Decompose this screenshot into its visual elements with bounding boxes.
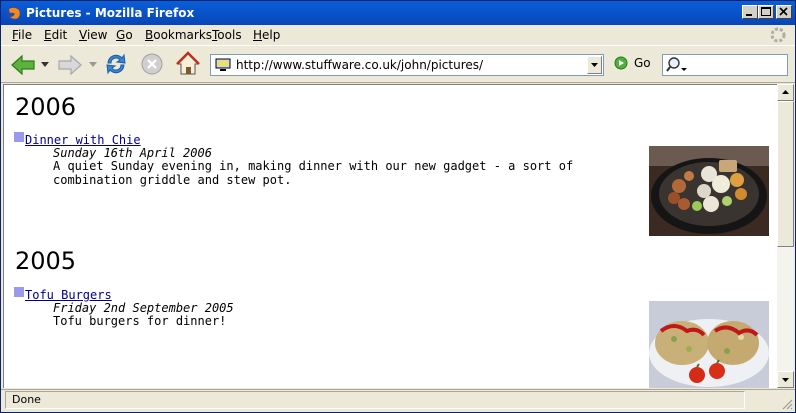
menu-file[interactable]: File — [12, 28, 32, 42]
address-bar[interactable]: http://www.stuffware.co.uk/john/pictures… — [210, 54, 604, 76]
entry-description: A quiet Sunday evening in, making dinner… — [53, 159, 574, 187]
browser-window: Pictures - Mozilla Firefox File Edit Vie… — [0, 0, 796, 413]
menu-help-accel: H — [253, 28, 263, 42]
status-text: Done — [5, 391, 745, 409]
go-label: Go — [634, 56, 651, 70]
reload-icon[interactable] — [103, 51, 129, 77]
forward-dropdown-icon[interactable] — [89, 62, 97, 68]
entry-description: Tofu burgers for dinner! — [53, 314, 227, 328]
maximize-button[interactable] — [758, 5, 774, 19]
status-bar: Done — [1, 389, 795, 412]
close-button[interactable] — [776, 5, 792, 19]
menu-go-accel: G — [116, 28, 126, 42]
navigation-toolbar: http://www.stuffware.co.uk/john/pictures… — [1, 45, 795, 83]
page-content: 2006 Dinner with Chie Sunday 16th April … — [3, 84, 777, 388]
menu-view-label: iew — [86, 28, 108, 42]
menu-go-label: o — [125, 28, 133, 42]
vertical-scrollbar[interactable] — [777, 84, 794, 388]
stop-icon[interactable] — [140, 52, 164, 76]
entry-date: Sunday 16th April 2006 — [53, 146, 212, 160]
entry-link-dinner-with-chie[interactable]: Dinner with Chie — [25, 133, 141, 147]
menu-bookmarks-accel: B — [145, 28, 154, 42]
bullet-square-icon — [14, 132, 24, 142]
back-arrow-icon[interactable] — [9, 52, 37, 78]
bullet-square-icon — [14, 287, 24, 297]
menu-edit-accel: E — [44, 28, 52, 42]
url-history-dropdown-button[interactable] — [587, 56, 602, 74]
menu-tools-label: ools — [217, 28, 242, 42]
year-heading: 2005 — [15, 247, 77, 275]
menu-bookmarks-label: ookmarks — [153, 28, 213, 42]
year-heading: 2006 — [15, 93, 77, 121]
menu-edit[interactable]: Edit — [44, 28, 67, 42]
entry-link-tofu-burgers[interactable]: Tofu Burgers — [25, 288, 112, 302]
menu-view-accel: V — [79, 28, 87, 42]
window-title: Pictures - Mozilla Firefox — [26, 6, 195, 20]
go-icon — [614, 56, 628, 70]
entry-date: Friday 2nd September 2005 — [53, 301, 234, 315]
menu-bar: File Edit View Go Bookmarks Tools Help — [1, 25, 795, 45]
tofu-burgers-photo-thumbnail[interactable] — [649, 301, 769, 388]
menu-help-label: elp — [262, 28, 281, 42]
title-bar[interactable]: Pictures - Mozilla Firefox — [1, 1, 795, 25]
firefox-icon — [7, 6, 21, 20]
scroll-up-button[interactable] — [777, 84, 794, 101]
search-icon[interactable] — [666, 56, 688, 74]
resize-grip-icon[interactable] — [781, 398, 793, 410]
scrollbar-thumb[interactable] — [777, 101, 794, 247]
menu-tools[interactable]: Tools — [212, 28, 242, 42]
url-text: http://www.stuffware.co.uk/john/pictures… — [236, 58, 484, 72]
dinner-photo-thumbnail[interactable] — [649, 146, 769, 236]
menu-bookmarks[interactable]: Bookmarks — [145, 28, 212, 42]
scroll-down-button[interactable] — [777, 371, 794, 388]
chevron-up-icon — [782, 90, 789, 94]
minimize-button[interactable] — [742, 5, 758, 19]
menu-file-label: ile — [18, 28, 33, 42]
menu-help[interactable]: Help — [253, 28, 280, 42]
search-input[interactable] — [662, 54, 788, 76]
chevron-down-icon — [591, 63, 598, 67]
throbber-icon — [770, 27, 786, 43]
back-dropdown-icon[interactable] — [41, 62, 49, 68]
menu-go[interactable]: Go — [116, 28, 133, 42]
menu-view[interactable]: View — [79, 28, 107, 42]
chevron-down-icon — [782, 378, 789, 382]
menu-edit-label: dit — [51, 28, 68, 42]
forward-arrow-icon[interactable] — [56, 52, 84, 78]
page-icon — [215, 58, 231, 71]
home-icon[interactable] — [175, 51, 201, 77]
